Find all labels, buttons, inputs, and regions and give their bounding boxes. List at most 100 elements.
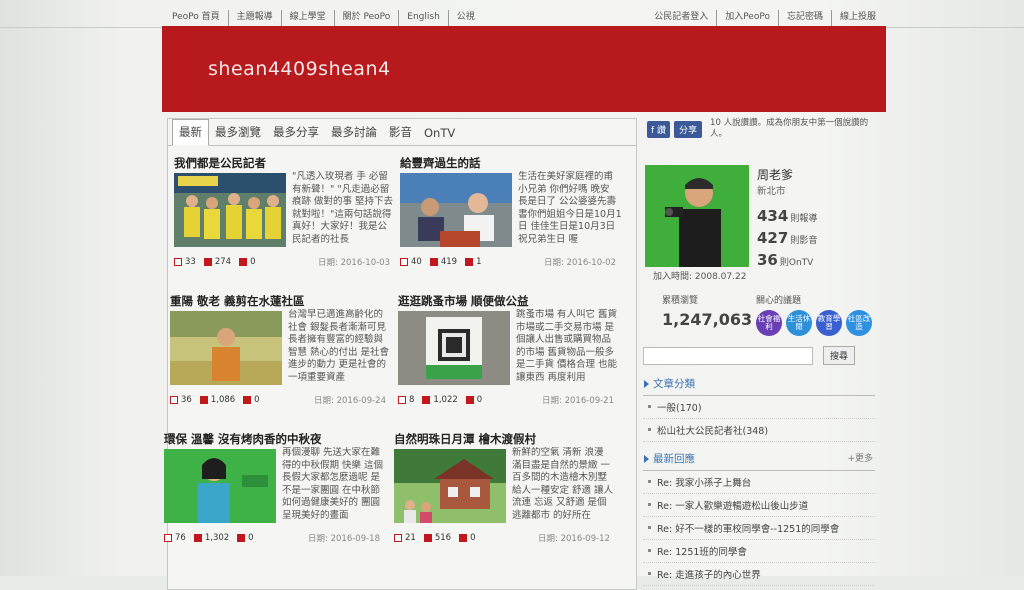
like-count: 76: [175, 533, 186, 543]
reply-item[interactable]: Re: 1251班的同學會: [643, 540, 875, 563]
article-stats: 36 1,086 0 日期: 2016-09-24: [170, 394, 392, 406]
view-count: 1,302: [204, 533, 230, 543]
latest-replies-section: 最新回應 +更多 Re: 我家小孫子上舞台 Re: 一家人歡樂遊暢遊松山後山步道 …: [643, 449, 875, 586]
article-thumbnail[interactable]: [398, 311, 510, 385]
article-excerpt: 跳蚤市場 有人叫它 舊貨市場或二手交易市場 是個讓人出售或購買物品的市場 舊貨物…: [516, 309, 618, 383]
nav-topics[interactable]: 主題報導: [229, 10, 282, 26]
avatar[interactable]: [645, 165, 749, 267]
facebook-like-button[interactable]: f 讚: [647, 120, 671, 138]
search-button[interactable]: 搜尋: [823, 346, 856, 365]
stat-ontv: 36 則OnTV: [757, 251, 813, 269]
article-title[interactable]: 我們都是公民記者: [174, 155, 396, 171]
article-tabs: 最新 最多瀏覽 最多分享 最多討論 影音 OnTV: [168, 119, 636, 146]
category-item[interactable]: 一般(170): [643, 396, 875, 419]
share-text: 10 人說讚讚。成為你朋友中第一個說讚的人。: [710, 118, 869, 139]
nav-login[interactable]: 公民記者登入: [646, 10, 718, 26]
banner-username[interactable]: shean4409shean4: [208, 58, 391, 80]
article-thumbnail[interactable]: [174, 173, 286, 247]
article-date: 日期: 2016-09-12: [538, 534, 610, 544]
views-label: 累積瀏覽: [662, 296, 699, 306]
checkbox-icon: [164, 534, 172, 542]
tab-most-discussed[interactable]: 最多討論: [325, 120, 383, 145]
topic-badge[interactable]: 教育學習: [816, 310, 842, 336]
article-title[interactable]: 逛逛跳蚤市場 順便做公益: [398, 293, 620, 309]
nav-about[interactable]: 關於 PeoPo: [335, 10, 400, 26]
person-icon: [193, 534, 202, 542]
like-count: 8: [409, 395, 415, 405]
article-thumbnail[interactable]: [400, 173, 512, 247]
tab-latest[interactable]: 最新: [172, 119, 209, 146]
article-title[interactable]: 重陽 敬老 義剪在水蓮社區: [170, 293, 392, 309]
nav-forgot-password[interactable]: 忘記密碼: [779, 10, 832, 26]
article-date: 日期: 2016-09-21: [542, 396, 614, 406]
stat-value: 434: [757, 207, 789, 225]
nav-join[interactable]: 加入PeoPo: [717, 10, 779, 26]
tab-ontv[interactable]: OnTV: [418, 122, 461, 145]
category-title: 文章分類: [653, 378, 695, 390]
article-card: 環保 溫馨 沒有烤肉香的中秋夜 再個漫聊 先送大家在難得的中秋假期 快樂 這個長…: [164, 431, 386, 544]
comment-count: 0: [248, 533, 254, 543]
social-share: f 讚 分享 10 人說讚讚。成為你朋友中第一個說讚的人。: [647, 118, 880, 140]
article-title[interactable]: 自然明珠日月潭 檜木渡假村: [394, 431, 616, 447]
article-date: 日期: 2016-09-24: [314, 396, 386, 406]
topics-label: 關心的議題: [756, 296, 802, 306]
view-count: 1,086: [210, 395, 236, 405]
reply-item[interactable]: Re: 好不一樣的軍校同學會--1251的同學會: [643, 517, 875, 540]
tab-most-viewed[interactable]: 最多瀏覽: [209, 120, 267, 145]
tab-video[interactable]: 影音: [383, 120, 418, 145]
browser-page: PeoPo 首頁 主題報導 線上學堂 關於 PeoPo English 公視 公…: [0, 0, 1024, 590]
article-excerpt: 再個漫聊 先送大家在難得的中秋假期 快樂 這個長假大家都怎麼過呢 是不是一家團圓…: [282, 447, 384, 521]
stat-value: 427: [757, 229, 789, 247]
article-thumbnail[interactable]: [170, 311, 282, 385]
article-stats: 33 274 0 日期: 2016-10-03: [174, 256, 396, 268]
nav-academy[interactable]: 線上學堂: [282, 10, 335, 26]
category-header: 文章分類: [643, 374, 875, 396]
checkbox-icon: [174, 258, 182, 266]
article-excerpt: 新鮮的空氣 清新 浪漫 滿目盡是自然的景緻 一百多間的木造檜木別墅 給人一種安定…: [512, 447, 614, 521]
article-stats: 8 1,022 0 日期: 2016-09-21: [398, 394, 620, 406]
stat-value: 36: [757, 251, 778, 269]
total-views: 累積瀏覽 1,247,063: [662, 293, 752, 329]
like-count: 36: [181, 395, 192, 405]
article-card: 我們都是公民記者 "凡透入玫現者 手 必留有新聲！" "凡走過必留痕跡 做對的事…: [174, 155, 396, 268]
share-button[interactable]: 分享: [674, 120, 703, 138]
article-thumbnail[interactable]: [164, 449, 276, 523]
reply-item[interactable]: Re: 我家小孫子上舞台: [643, 471, 875, 494]
article-stats: 21 516 0 日期: 2016-09-12: [394, 532, 616, 544]
view-count: 274: [214, 257, 232, 267]
profile-name[interactable]: 周老爹: [757, 166, 793, 183]
interest-topics: 關心的議題 社會福利 生活休閒 教育學習 社區改造: [756, 293, 872, 336]
views-count: 1,247,063: [662, 310, 753, 329]
stat-label: 則OnTV: [779, 258, 814, 268]
stat-reports: 434 則報導: [757, 207, 817, 225]
comment-icon: [243, 396, 252, 404]
article-thumbnail[interactable]: [394, 449, 506, 523]
comment-icon: [459, 534, 468, 542]
stat-videos: 427 則影音: [757, 229, 817, 247]
article-excerpt: 生活在美好家庭裡的甫小兄弟 你們好嗎 晚安 長是日了 公公婆婆先壽書你們姐姐今日…: [518, 171, 622, 245]
article-card: 重陽 敬老 義剪在水蓮社區 台灣早已邁進高齡化的社會 銀髮長者漸漸可見 長者擁有…: [170, 293, 392, 406]
search-input[interactable]: [643, 346, 813, 365]
topic-badge[interactable]: 生活休閒: [786, 310, 812, 336]
nav-home[interactable]: PeoPo 首頁: [164, 10, 229, 26]
reply-item[interactable]: Re: 一家人歡樂遊暢遊松山後山步道: [643, 494, 875, 517]
reply-item[interactable]: Re: 走進孩子的內心世界: [643, 563, 875, 586]
nav-english[interactable]: English: [399, 10, 449, 26]
tab-most-shared[interactable]: 最多分享: [267, 120, 325, 145]
checkbox-icon: [398, 396, 406, 404]
category-item[interactable]: 松山社大公民記者社(348): [643, 419, 875, 442]
nav-pts[interactable]: 公視: [449, 10, 483, 26]
user-profile: 周老爹 新北市 434 則報導 427 則影音 36 則OnTV 加入時間: 2008…: [645, 165, 875, 285]
nav-service[interactable]: 線上投服: [832, 10, 884, 26]
topic-badge[interactable]: 社會福利: [756, 310, 782, 336]
more-link[interactable]: +更多: [847, 451, 873, 464]
join-date: 加入時間: 2008.07.22: [653, 272, 747, 282]
view-count: 516: [434, 533, 452, 543]
article-title[interactable]: 環保 溫馨 沒有烤肉香的中秋夜: [164, 431, 386, 447]
view-count: 419: [440, 257, 458, 267]
article-title[interactable]: 給豐齊過生的話: [400, 155, 622, 171]
person-icon: [429, 258, 438, 266]
checkbox-icon: [170, 396, 178, 404]
topic-badge[interactable]: 社區改造: [846, 310, 872, 336]
like-count: 21: [405, 533, 416, 543]
